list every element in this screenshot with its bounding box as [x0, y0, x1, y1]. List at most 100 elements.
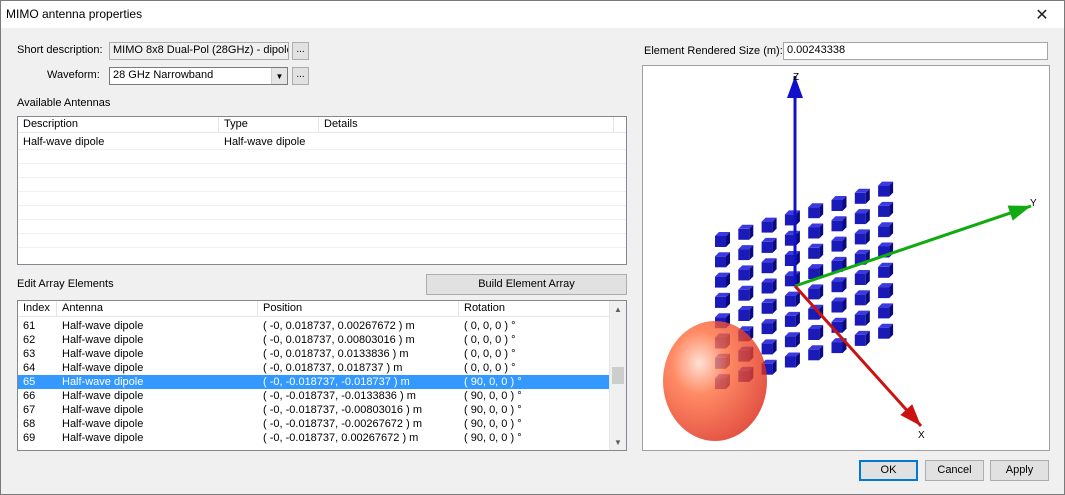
list-item[interactable]: Half-wave dipole Half-wave dipole: [18, 135, 626, 149]
scroll-up-icon[interactable]: ▲: [610, 301, 626, 317]
antenna-element-cube: [808, 223, 824, 239]
waveform-browse-button[interactable]: ...: [292, 67, 309, 85]
column-type[interactable]: Type: [219, 117, 319, 133]
antenna-element-cube: [761, 237, 777, 253]
antenna-element-cube: [808, 284, 824, 300]
element-position: ( -0, 0.018737, 0.00267672 ) m: [263, 320, 415, 332]
antenna-details: [319, 135, 614, 149]
grid-line: [18, 149, 626, 150]
antenna-element-cube: [831, 216, 847, 232]
antenna-element-cube: [808, 325, 824, 340]
close-icon[interactable]: ✕: [1020, 1, 1064, 28]
element-position: ( -0, -0.018737, -0.00803016 ) m: [263, 404, 422, 416]
column-rotation[interactable]: Rotation: [459, 301, 610, 317]
antenna-element-cube: [854, 209, 870, 225]
ok-button[interactable]: OK: [859, 460, 918, 481]
available-antennas-list[interactable]: Description Type Details Half-wave dipol…: [17, 116, 627, 265]
array-elements-scrollbar[interactable]: ▲ ▼: [609, 301, 626, 450]
antenna-element-cube: [784, 210, 800, 226]
short-description-browse-button[interactable]: ...: [292, 42, 309, 60]
element-antenna: Half-wave dipole: [62, 320, 144, 332]
grid-line: [18, 247, 626, 248]
antenna-element-cube: [878, 323, 894, 339]
z-axis-label: Z: [793, 72, 799, 83]
element-rotation: ( 90, 0, 0 ) °: [464, 376, 522, 388]
apply-button[interactable]: Apply: [990, 460, 1049, 481]
element-index: 65: [23, 376, 36, 388]
antenna-element-cube: [854, 270, 870, 285]
antenna-type: Half-wave dipole: [224, 136, 306, 148]
element-rotation: ( 0, 0, 0 ) °: [464, 348, 516, 360]
antenna-element-cube: [878, 283, 894, 299]
antenna-element-cube: [738, 306, 754, 321]
antenna-element-cube: [878, 201, 894, 217]
element-position: ( -0, -0.018737, -0.0133836 ) m: [263, 390, 416, 402]
antenna-3d-viewport[interactable]: Z Y X: [642, 65, 1050, 451]
table-row[interactable]: 64 Half-wave dipole ( -0, 0.018737, 0.0187…: [18, 361, 610, 375]
antenna-element-cube: [761, 298, 777, 314]
x-axis-label: X: [918, 430, 925, 441]
element-rotation: ( 90, 0, 0 ) °: [464, 390, 522, 402]
table-row[interactable]: 66 Half-wave dipole ( -0, -0.018737, -0.01…: [18, 389, 610, 403]
element-rotation: ( 0, 0, 0 ) °: [464, 334, 516, 346]
grid-line: [18, 205, 626, 206]
table-row[interactable]: 63 Half-wave dipole ( -0, 0.018737, 0.0133…: [18, 347, 610, 361]
dropdown-arrow-icon[interactable]: ▼: [271, 68, 287, 84]
antenna-element-cube: [784, 230, 800, 246]
antenna-element-cube: [761, 217, 777, 233]
antenna-element-cube: [715, 292, 730, 308]
table-row[interactable]: 67 Half-wave dipole ( -0, -0.018737, -0.00…: [18, 403, 610, 417]
table-row[interactable]: 69 Half-wave dipole ( -0, -0.018737, 0.002…: [18, 431, 610, 445]
array-elements-table[interactable]: Index Antenna Position Rotation 61 Half-w…: [17, 300, 627, 451]
waveform-selected-value: 28 GHz Narrowband: [113, 69, 214, 81]
grid-line: [18, 219, 626, 220]
element-antenna: Half-wave dipole: [62, 418, 144, 430]
window-title: MIMO antenna properties: [6, 7, 143, 21]
element-index: 62: [23, 334, 36, 346]
element-antenna: Half-wave dipole: [62, 432, 144, 444]
build-element-array-button[interactable]: Build Element Array: [426, 274, 627, 295]
element-position: ( -0, -0.018737, 0.00267672 ) m: [263, 432, 419, 444]
antenna-element-cube: [761, 278, 777, 294]
element-antenna: Half-wave dipole: [62, 376, 144, 388]
antenna-element-cube: [808, 345, 824, 361]
element-rotation: ( 90, 0, 0 ) °: [464, 432, 522, 444]
table-row[interactable]: 65 Half-wave dipole ( -0, -0.018737, -0.01…: [18, 375, 610, 389]
antenna-element-cube: [878, 262, 894, 278]
column-position[interactable]: Position: [258, 301, 459, 317]
short-description-field[interactable]: MIMO 8x8 Dual-Pol (28GHz) - dipole a: [109, 42, 289, 60]
table-row[interactable]: 61 Half-wave dipole ( -0, 0.018737, 0.0026…: [18, 319, 610, 333]
antenna-3d-scene[interactable]: Z Y X: [643, 66, 1049, 450]
scrollbar-thumb[interactable]: [612, 367, 624, 384]
element-rotation: ( 0, 0, 0 ) °: [464, 362, 516, 374]
array-elements-header: Index Antenna Position Rotation: [18, 301, 610, 317]
element-position: ( -0, -0.018737, -0.00267672 ) m: [263, 418, 422, 430]
available-antennas-header: Description Type Details: [18, 117, 626, 133]
dialog-window: MIMO antenna properties ✕ Short descript…: [0, 0, 1065, 495]
table-row[interactable]: 62 Half-wave dipole ( -0, 0.018737, 0.0080…: [18, 333, 610, 347]
element-size-input[interactable]: 0.00243338: [783, 42, 1048, 60]
column-description[interactable]: Description: [18, 117, 219, 133]
y-axis-arrowhead: [1007, 205, 1031, 221]
column-antenna[interactable]: Antenna: [57, 301, 258, 317]
scroll-down-icon[interactable]: ▼: [610, 434, 626, 450]
antenna-element-cube: [761, 339, 777, 355]
cancel-button[interactable]: Cancel: [925, 460, 984, 481]
antenna-element-cube: [831, 196, 847, 211]
antenna-element-cube: [878, 303, 894, 319]
table-row[interactable]: 68 Half-wave dipole ( -0, -0.018737, -0.00…: [18, 417, 610, 431]
antenna-element-cube: [784, 311, 800, 327]
element-rotation: ( 0, 0, 0 ) °: [464, 320, 516, 332]
antenna-element-cube: [738, 224, 754, 240]
antenna-element-cube: [715, 272, 730, 288]
column-index[interactable]: Index: [18, 301, 57, 317]
column-details[interactable]: Details: [319, 117, 614, 133]
antenna-element-cube: [854, 229, 870, 245]
antenna-element-cube: [808, 243, 824, 259]
grid-line: [18, 177, 626, 178]
element-position: ( -0, -0.018737, -0.018737 ) m: [263, 376, 410, 388]
waveform-select[interactable]: 28 GHz Narrowband ▼: [109, 67, 288, 85]
element-rotation: ( 90, 0, 0 ) °: [464, 404, 522, 416]
element-index: 61: [23, 320, 36, 332]
antenna-element-cube: [784, 332, 800, 348]
